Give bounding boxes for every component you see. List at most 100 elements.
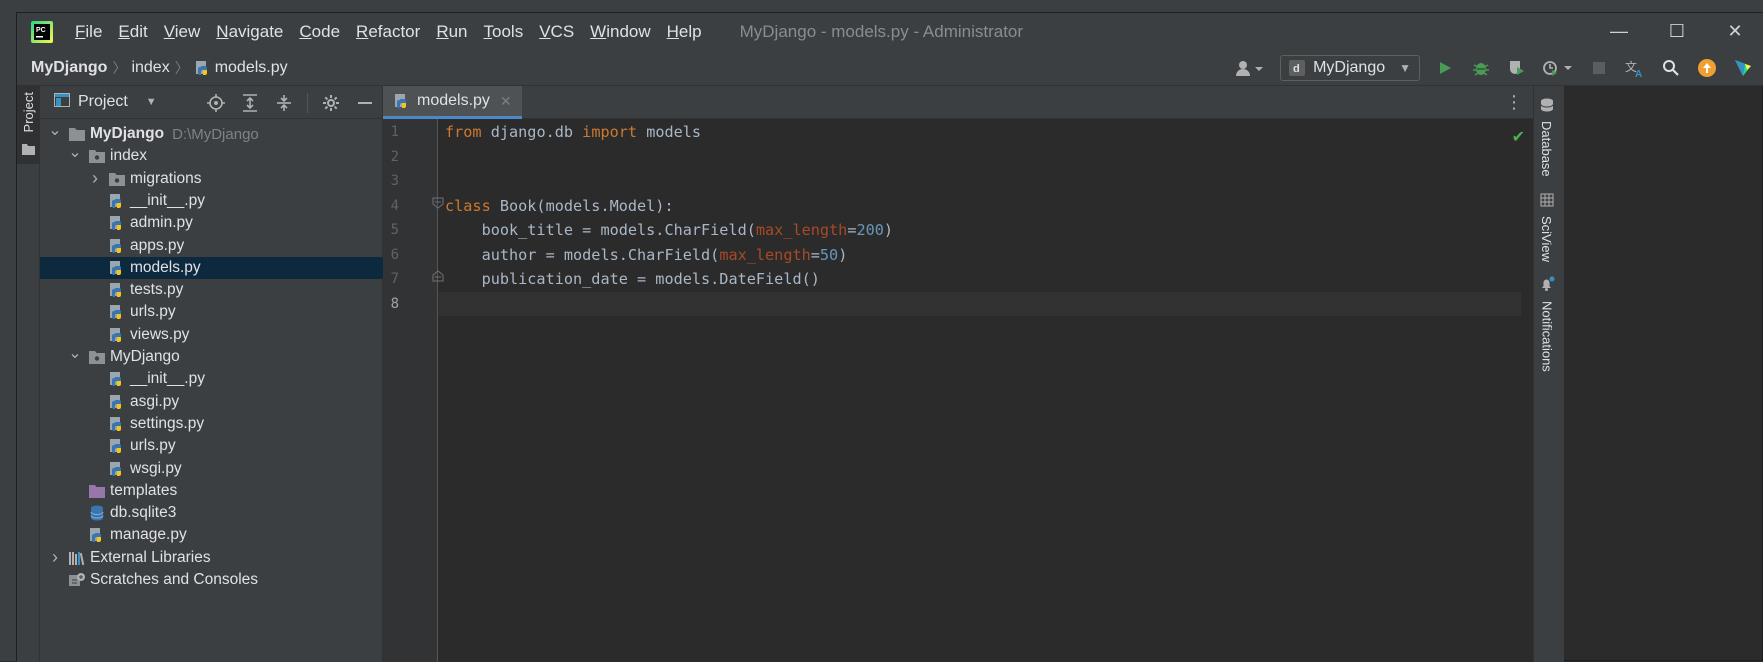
hide-panel-icon[interactable]: [354, 92, 376, 114]
menu-item-refactor[interactable]: Refactor: [348, 13, 428, 50]
maximize-icon[interactable]: ☐: [1648, 13, 1706, 50]
tree-item-urls-py[interactable]: urls.py: [40, 435, 383, 457]
menu-item-window[interactable]: Window: [582, 13, 658, 50]
tree-item-tests-py[interactable]: tests.py: [40, 279, 383, 301]
menu-item-tools[interactable]: Tools: [476, 13, 532, 50]
python-file-icon: [108, 437, 126, 455]
tree-item-apps-py[interactable]: apps.py: [40, 235, 383, 257]
tree-item-db-sqlite3[interactable]: db.sqlite3: [40, 502, 383, 524]
project-view-icon: [54, 92, 70, 112]
tool-window-tab-database[interactable]: Database: [1539, 98, 1554, 177]
menu-item-label-rest: avigate: [228, 22, 284, 41]
breadcrumb-project[interactable]: MyDjango: [31, 59, 107, 77]
breadcrumb-folder[interactable]: index: [131, 59, 169, 77]
menu-item-view[interactable]: View: [156, 13, 209, 50]
code-token: Book(models.Model):: [490, 196, 674, 215]
more-options-icon[interactable]: ⋮: [1505, 92, 1523, 113]
tree-item-views-py[interactable]: views.py: [40, 324, 383, 346]
menu-item-help[interactable]: Help: [659, 13, 710, 50]
collapse-all-icon[interactable]: [273, 92, 295, 114]
templates-folder-icon: [88, 482, 106, 500]
tree-item-asgi-py[interactable]: asgi.py: [40, 391, 383, 413]
menu-item-vcs[interactable]: VCS: [531, 13, 582, 50]
tree-item-migrations[interactable]: › migrations: [40, 168, 383, 190]
menu-item-run[interactable]: Run: [428, 13, 475, 50]
tree-item-init-py[interactable]: __init__.py: [40, 368, 383, 390]
external-libraries-icon: [68, 549, 86, 567]
translate-icon[interactable]: 文A: [1624, 57, 1646, 79]
stop-icon[interactable]: [1588, 57, 1610, 79]
line-number: 5: [390, 222, 399, 238]
menu-item-file[interactable]: File: [67, 13, 110, 50]
user-account-icon[interactable]: [1234, 57, 1266, 79]
tree-item-scratches-and-consoles[interactable]: Scratches and Consoles: [40, 569, 383, 591]
code-token: ): [883, 221, 894, 239]
tree-item-index[interactable]: ⌄ index: [40, 142, 383, 167]
gear-icon[interactable]: [320, 92, 342, 114]
project-view-selector[interactable]: Project ▼: [54, 92, 157, 112]
menu-item-edit[interactable]: Edit: [110, 13, 155, 50]
tool-window-tab-sciview[interactable]: SciView: [1539, 193, 1554, 262]
main-toolbar: d MyDjango ▼ 文A: [1234, 50, 1763, 86]
minimize-icon[interactable]: —: [1590, 13, 1648, 50]
close-icon[interactable]: ✕: [1706, 13, 1763, 50]
chevron-down-icon[interactable]: ⌄: [68, 343, 82, 363]
package-folder-icon: [88, 147, 106, 165]
menu-item-code[interactable]: Code: [291, 13, 348, 50]
tree-item-mydjango[interactable]: ⌄ MyDjango: [40, 343, 383, 368]
code-line: book_title = models.CharField(max_length…: [445, 218, 894, 242]
tool-window-tab-project[interactable]: Project: [17, 86, 40, 164]
breadcrumb-file[interactable]: models.py: [215, 59, 288, 77]
chevron-right-icon[interactable]: ›: [88, 168, 102, 189]
ide-update-icon[interactable]: [1696, 57, 1718, 79]
debug-icon[interactable]: [1470, 57, 1492, 79]
menu-mnemonic: C: [299, 22, 312, 41]
expand-all-icon[interactable]: [239, 92, 261, 114]
profile-icon[interactable]: [1542, 57, 1574, 79]
sciview-tab-label: SciView: [1539, 216, 1554, 263]
tree-item-manage-py[interactable]: manage.py: [40, 524, 383, 546]
menu-item-navigate[interactable]: Navigate: [208, 13, 291, 50]
tree-item-label: asgi.py: [130, 392, 180, 410]
close-tab-icon[interactable]: ✕: [500, 93, 512, 110]
chevron-right-icon[interactable]: ›: [48, 547, 62, 568]
svg-text:d: d: [1293, 63, 1300, 75]
pycharm-logo-icon: PC: [31, 20, 53, 43]
tree-item-mydjango[interactable]: ⌄ MyDjango D:\MyDjango: [40, 120, 383, 145]
tree-item-wsgi-py[interactable]: wsgi.py: [40, 458, 383, 480]
tree-item-label: External Libraries: [90, 548, 211, 566]
menu-item-label-rest: un: [448, 22, 468, 41]
menu-mnemonic: R: [356, 22, 369, 41]
package-folder-icon: [88, 348, 106, 366]
tree-item-templates[interactable]: templates: [40, 480, 383, 502]
run-with-coverage-icon[interactable]: [1506, 57, 1528, 79]
python-file-icon: [108, 393, 126, 411]
package-folder-icon: [108, 170, 126, 188]
tree-item-external-libraries[interactable]: › External Libraries: [40, 547, 383, 569]
code-line: from django.db import models: [445, 120, 701, 144]
tree-item-models-py[interactable]: models.py: [40, 256, 383, 279]
search-icon[interactable]: [1660, 57, 1682, 79]
toolbar-divider: [307, 92, 308, 113]
tool-window-tab-notifications[interactable]: Notifications: [1539, 276, 1555, 372]
chevron-down-icon[interactable]: ⌄: [48, 120, 62, 140]
locate-file-icon[interactable]: [205, 92, 227, 114]
run-icon[interactable]: [1434, 57, 1456, 79]
tree-item-init-py[interactable]: __init__.py: [40, 190, 383, 212]
jetbrains-toolbox-icon[interactable]: [1732, 57, 1754, 79]
tree-item-settings-py[interactable]: settings.py: [40, 413, 383, 435]
no-problems-check-icon[interactable]: ✔: [1512, 127, 1525, 147]
editor-tab-models-py[interactable]: models.py ✕: [383, 86, 522, 119]
chevron-down-icon[interactable]: ⌄: [68, 142, 82, 162]
tree-item-admin-py[interactable]: admin.py: [40, 212, 383, 234]
code-token: author = models.CharField(: [445, 245, 720, 264]
tree-item-label: __init__.py: [130, 191, 205, 209]
line-number: 6: [390, 246, 399, 263]
tree-item-urls-py[interactable]: urls.py: [40, 301, 383, 323]
python-file-icon: [108, 370, 126, 388]
breadcrumb-separator: 〉: [174, 59, 189, 76]
run-configuration-select[interactable]: d MyDjango ▼: [1280, 55, 1420, 81]
folder-icon: [68, 125, 86, 143]
code-area[interactable]: ✔ from django.db import models class Book…: [439, 119, 1533, 662]
tree-item-label: apps.py: [130, 236, 185, 254]
